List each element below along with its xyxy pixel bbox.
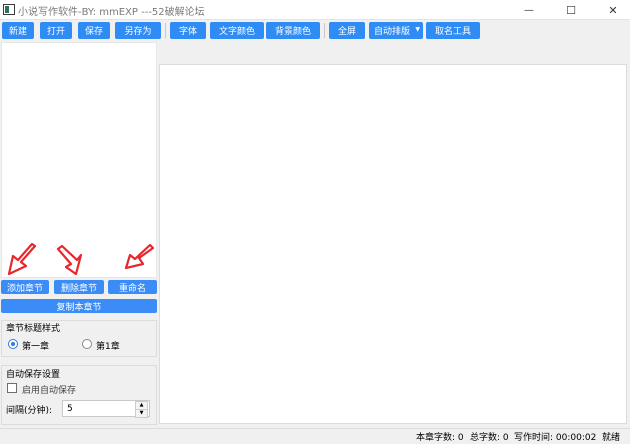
open-button[interactable]: 打开 xyxy=(40,22,72,39)
arrow-annotation-icon xyxy=(124,243,155,270)
radio-style-number-label: 第1章 xyxy=(96,342,120,352)
save-button[interactable]: 保存 xyxy=(78,22,110,39)
status-state: 就绪 xyxy=(602,433,621,443)
auto-layout-label: 自动排版 xyxy=(374,27,411,37)
text-color-button[interactable]: 文字颜色 xyxy=(210,22,264,39)
minimize-icon: — xyxy=(524,4,534,16)
maximize-button[interactable]: ☐ xyxy=(550,0,592,20)
enable-autosave-label: 启用自动保存 xyxy=(22,386,77,396)
close-button[interactable]: ✕ xyxy=(592,0,630,20)
interval-value: 5 xyxy=(67,404,73,414)
radio-style-chinese-label: 第一章 xyxy=(22,342,50,352)
title-style-label: 章节标题样式 xyxy=(6,324,61,334)
editor-area[interactable] xyxy=(159,64,627,424)
annotation-arrows xyxy=(7,242,155,276)
status-chapter-words: 本章字数: 0 xyxy=(416,433,464,443)
save-as-button[interactable]: 另存为 xyxy=(115,22,161,39)
fullscreen-button[interactable]: 全屏 xyxy=(329,22,365,39)
toolbar-separator xyxy=(165,23,166,38)
add-chapter-button[interactable]: 添加章节 xyxy=(1,280,49,294)
naming-tool-button[interactable]: 取名工具 xyxy=(426,22,480,39)
font-button[interactable]: 字体 xyxy=(170,22,206,39)
chevron-down-icon: ▼ xyxy=(415,26,420,33)
toolbar-separator xyxy=(324,23,325,38)
autosave-label: 自动保存设置 xyxy=(6,370,61,380)
enable-autosave-checkbox[interactable] xyxy=(7,383,17,393)
maximize-icon: ☐ xyxy=(566,3,576,17)
interval-label: 间隔(分钟): xyxy=(6,406,53,416)
radio-style-chinese[interactable] xyxy=(8,339,18,349)
delete-chapter-button[interactable]: 删除章节 xyxy=(54,280,104,294)
bg-color-button[interactable]: 背景颜色 xyxy=(266,22,320,39)
arrow-annotation-icon xyxy=(7,242,37,276)
rename-chapter-button[interactable]: 重命名 xyxy=(108,280,157,294)
copy-chapter-button[interactable]: 复制本章节 xyxy=(1,299,157,313)
app-icon xyxy=(3,4,15,15)
interval-spinbox[interactable]: 5 ▲ ▼ xyxy=(62,400,150,418)
new-button[interactable]: 新建 xyxy=(2,22,34,39)
auto-layout-dropdown[interactable]: 自动排版 ▼ xyxy=(369,22,423,39)
close-icon: ✕ xyxy=(608,3,618,17)
status-total-words: 总字数: 0 xyxy=(470,433,509,443)
radio-style-number[interactable] xyxy=(82,339,92,349)
arrow-annotation-icon xyxy=(56,244,83,276)
status-write-time: 写作时间: 00:00:02 xyxy=(514,433,597,443)
spin-down-icon[interactable]: ▼ xyxy=(135,409,148,418)
window-title: 小说写作软件-BY: mmEXP ---52破解论坛 xyxy=(18,7,205,18)
minimize-button[interactable]: — xyxy=(508,0,550,20)
